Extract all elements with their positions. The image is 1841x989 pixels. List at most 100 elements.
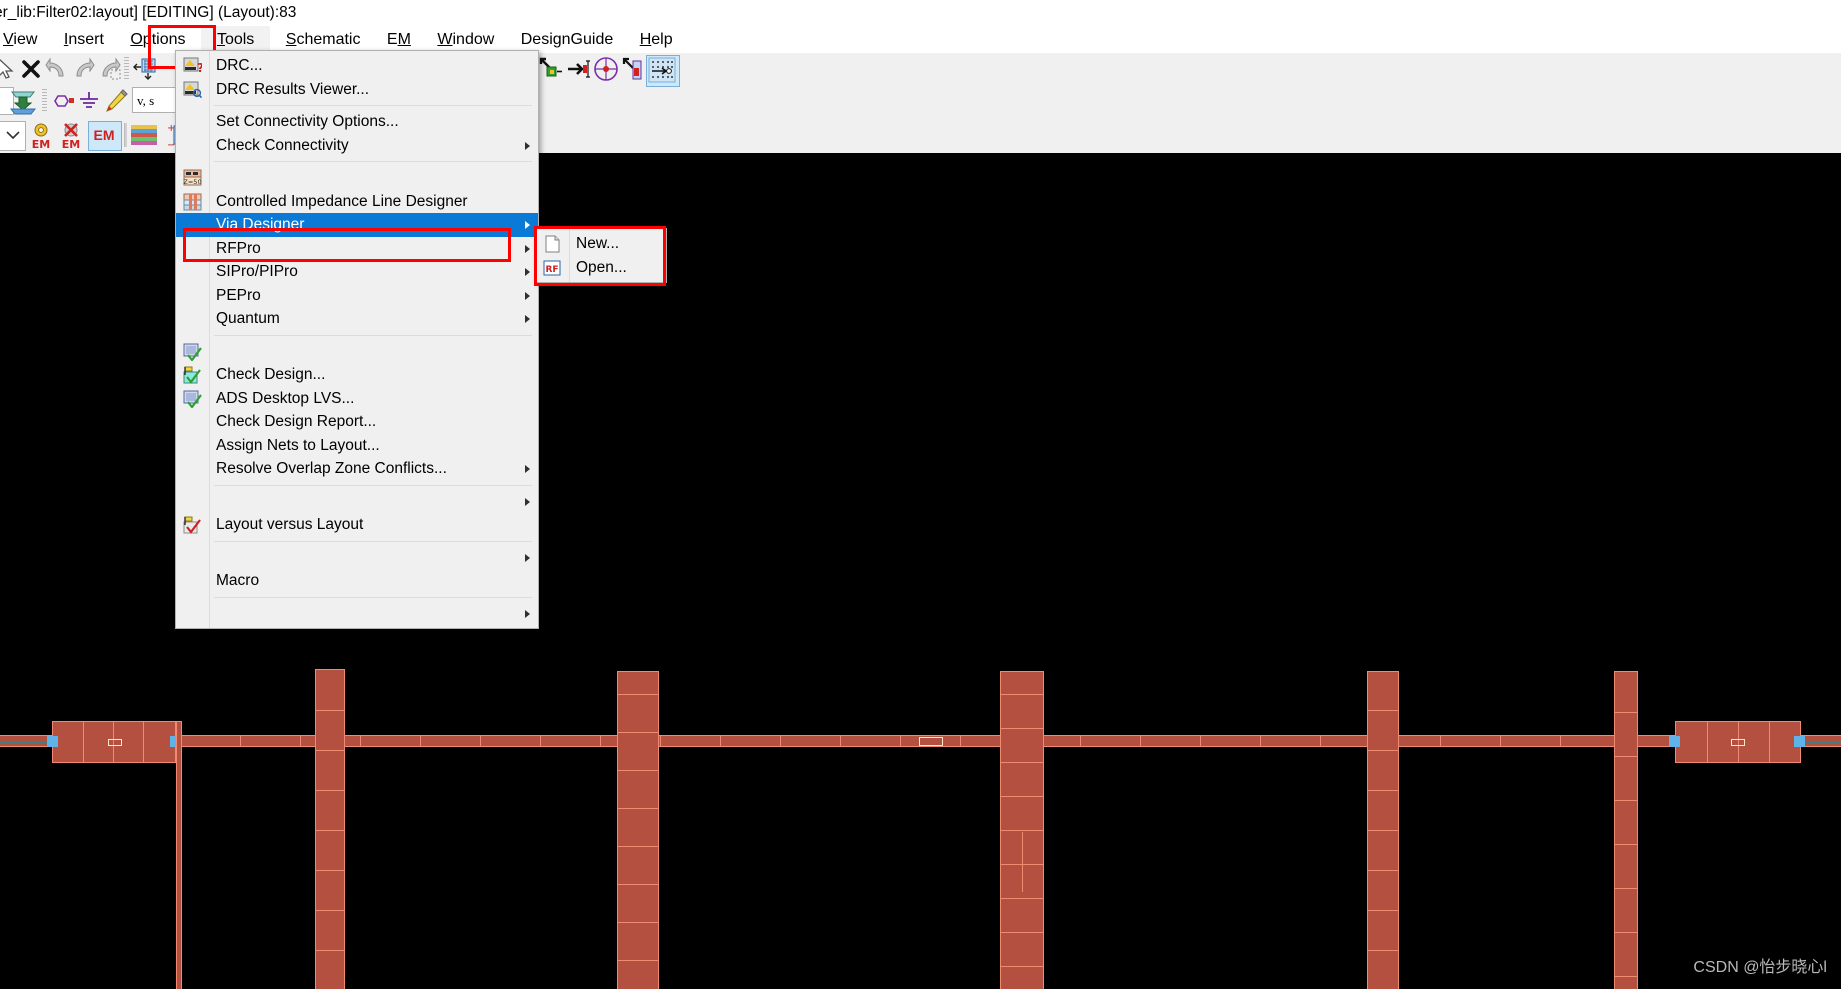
menubar: View Insert Options Tools Schematic EM W… xyxy=(0,26,1841,53)
chevron-right-icon xyxy=(525,221,530,229)
via-designer-icon xyxy=(183,193,202,210)
left-wire xyxy=(0,742,54,743)
menu-view[interactable]: View xyxy=(0,26,48,53)
menu-item-label: Controlled Impedance Line Designer xyxy=(216,192,468,210)
circle-pin-icon[interactable] xyxy=(592,55,620,83)
toolbar-grip[interactable] xyxy=(124,57,129,81)
v-s-label-icon[interactable]: v, s xyxy=(132,87,176,113)
svg-text:EM: EM xyxy=(32,138,50,150)
rfpro-submenu-highlight-box xyxy=(534,226,666,286)
menu-separator xyxy=(214,484,532,486)
ads-layout-window: er_lib:Filter02:layout] [EDITING] (Layou… xyxy=(0,0,1841,989)
pin-green-icon[interactable] xyxy=(538,56,564,82)
right-wire xyxy=(1800,742,1841,743)
menu-item-label: Quantum xyxy=(216,310,280,327)
menu-item-label: Check Connectivity xyxy=(216,136,349,154)
menu-item-drc[interactable]: ? DRC... xyxy=(176,54,538,78)
menu-separator xyxy=(214,334,532,336)
menu-item-via-designer[interactable]: Controlled Impedance Line Designer xyxy=(176,190,538,214)
chevron-right-icon xyxy=(525,244,530,253)
menu-item-check-design[interactable] xyxy=(176,340,538,364)
pencil-draw-icon[interactable] xyxy=(102,87,130,115)
svg-text:?: ? xyxy=(197,61,202,75)
menu-item-component-model-library-tool[interactable]: Quantum xyxy=(176,307,538,331)
menu-item-controlled-impedance-line-designer[interactable]: Z=50 xyxy=(176,166,538,190)
menu-item-check-connectivity[interactable]: Check Connectivity xyxy=(176,134,538,158)
chevron-right-icon xyxy=(525,465,530,473)
menu-item-layout-versus-layout[interactable] xyxy=(176,490,538,514)
drc-results-icon xyxy=(183,81,202,98)
em-delete-icon[interactable]: EM xyxy=(56,120,86,150)
impedance-icon: Z=50 xyxy=(183,169,202,186)
left-port-marker xyxy=(108,739,122,746)
ground-icon[interactable] xyxy=(76,88,102,114)
right-pin[interactable] xyxy=(1794,736,1805,747)
lvs-icon xyxy=(183,366,201,384)
stub-4 xyxy=(1000,671,1044,989)
menu-separator xyxy=(214,161,532,162)
menu-item-quantum[interactable]: PEPro xyxy=(176,284,538,308)
menu-item-pepro[interactable]: SIPro/PIPro xyxy=(176,260,538,284)
menu-item-label: DRC... xyxy=(216,57,263,74)
menu-window[interactable]: Window xyxy=(426,26,505,53)
chevron-right-icon xyxy=(525,609,530,618)
component-pin-icon[interactable] xyxy=(50,88,76,114)
menu-schematic[interactable]: Schematic xyxy=(275,26,372,53)
stub-5 xyxy=(1367,671,1399,989)
menu-item-label: ADS Desktop LVS... xyxy=(216,389,355,407)
menu-separator xyxy=(214,596,532,598)
grid-snap-icon[interactable] xyxy=(648,57,676,83)
chevron-right-icon xyxy=(525,553,530,562)
menu-item-assign-nets-to-layout[interactable]: Check Design Report... xyxy=(176,410,538,434)
menu-item-label: Set Connectivity Options... xyxy=(216,113,399,130)
menu-item-label: Resolve Overlap Zone Conflicts... xyxy=(216,460,447,477)
chevron-down-icon[interactable] xyxy=(2,125,24,145)
delete-x-icon[interactable] xyxy=(18,56,44,82)
menu-em[interactable]: EM xyxy=(376,26,422,53)
flatten-icon[interactable] xyxy=(8,87,38,115)
menu-item-resolve-overlap-zone-conflicts[interactable]: Assign Nets to Layout... xyxy=(176,434,538,458)
rfpro-highlight-box xyxy=(183,228,511,262)
menu-item-calibre-lvs[interactable]: Resolve Overlap Zone Conflicts... xyxy=(176,457,538,481)
window-title: er_lib:Filter02:layout] [EDITING] (Layou… xyxy=(0,4,297,21)
menu-item-label: Layout versus Layout xyxy=(216,516,364,533)
menu-item-label: DRC Results Viewer... xyxy=(216,80,370,98)
menu-item-label: Assign Nets to Layout... xyxy=(216,436,380,454)
menu-item-ads-desktop-lvs[interactable]: Check Design... xyxy=(176,363,538,387)
menu-item-label: Check Design... xyxy=(216,366,326,383)
right-junction-pin[interactable] xyxy=(1669,736,1680,747)
erc-icon xyxy=(183,516,201,534)
toolbar-grip-2[interactable] xyxy=(42,89,47,113)
arrow-pin-icon[interactable] xyxy=(566,56,592,82)
layer-stack-icon[interactable] xyxy=(130,123,160,147)
menu-item-electrical-rule-check[interactable]: Layout versus Layout xyxy=(176,513,538,537)
center-port-marker xyxy=(919,737,943,746)
menu-item-label: SIPro/PIPro xyxy=(216,263,298,280)
edge-port-icon[interactable] xyxy=(622,56,648,82)
drc-icon: ? xyxy=(183,57,202,75)
svg-text:Z=50: Z=50 xyxy=(183,178,201,186)
tools-dropdown-menu[interactable]: ? DRC... DRC Results Viewer... Set Conne… xyxy=(175,50,539,629)
menu-item-label: Check Design Report... xyxy=(216,413,377,430)
menu-item-macro[interactable] xyxy=(176,546,538,570)
undo-icon[interactable] xyxy=(44,56,70,82)
menu-designguide[interactable]: DesignGuide xyxy=(510,26,625,53)
menu-help[interactable]: Help xyxy=(629,26,684,53)
watermark: CSDN @怡步晓心l xyxy=(1693,959,1827,976)
menu-item-check-design-report[interactable]: ADS Desktop LVS... xyxy=(176,387,538,411)
menu-item-set-connectivity-options[interactable]: Set Connectivity Options... xyxy=(176,110,538,134)
stub-2 xyxy=(315,669,345,989)
redo-area-icon[interactable] xyxy=(96,56,122,82)
menu-item-drc-results-viewer[interactable]: DRC Results Viewer... xyxy=(176,78,538,102)
em-icon[interactable]: EM xyxy=(92,124,116,146)
menu-insert[interactable]: Insert xyxy=(53,26,115,53)
redo-icon[interactable] xyxy=(70,56,96,82)
check-report-icon xyxy=(183,390,202,408)
menu-item-info-identity[interactable]: Macro xyxy=(176,569,538,593)
em-setup-icon[interactable]: EM xyxy=(26,120,56,150)
menu-separator xyxy=(214,540,532,542)
left-pin[interactable] xyxy=(47,736,58,747)
arrow-select-icon[interactable] xyxy=(0,56,18,82)
menu-item-thermal-floorplanner[interactable] xyxy=(176,602,538,626)
check-design-icon xyxy=(183,343,202,361)
